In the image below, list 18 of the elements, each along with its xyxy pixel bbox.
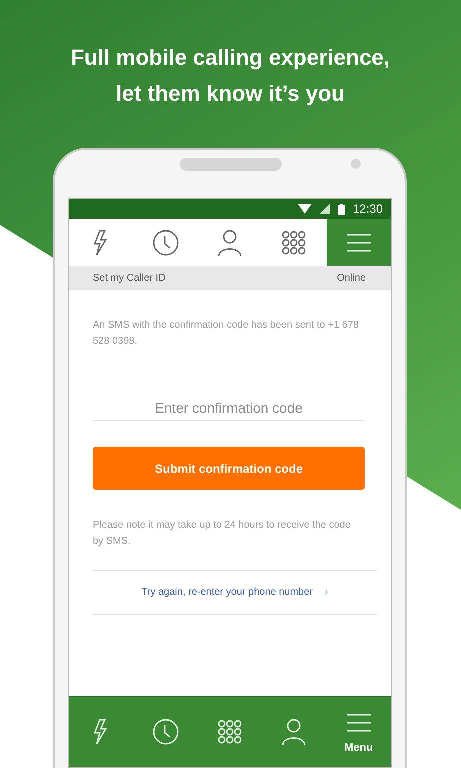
headline: Full mobile calling experience,: [70, 44, 392, 72]
clock-icon: [150, 228, 181, 258]
connection-status: Online: [337, 272, 366, 284]
delay-note: Please note it may take up to 24 hours to receive the code by SMS.: [93, 519, 352, 549]
status-time: 12:30: [352, 202, 383, 216]
sms-message: An SMS with the confirmation code has been sent to +1 678 528 0398.: [93, 319, 360, 349]
wifi-icon: [298, 204, 312, 214]
camera-dot: [351, 159, 361, 169]
signal-icon: [320, 204, 330, 214]
clock-icon: [150, 717, 181, 747]
retry-link[interactable]: Try again, re-enter your phone number: [142, 587, 314, 598]
chevron-icon: ›: [325, 587, 328, 598]
subheader-title: Set my Caller ID: [93, 272, 166, 284]
headline: let them know it’s you: [115, 80, 346, 108]
submit-button[interactable]: Submit confirmation code: [93, 447, 365, 490]
tab[interactable]: [326, 219, 392, 266]
nav-button[interactable]: Menu: [326, 697, 392, 767]
battery-icon: [338, 204, 345, 214]
